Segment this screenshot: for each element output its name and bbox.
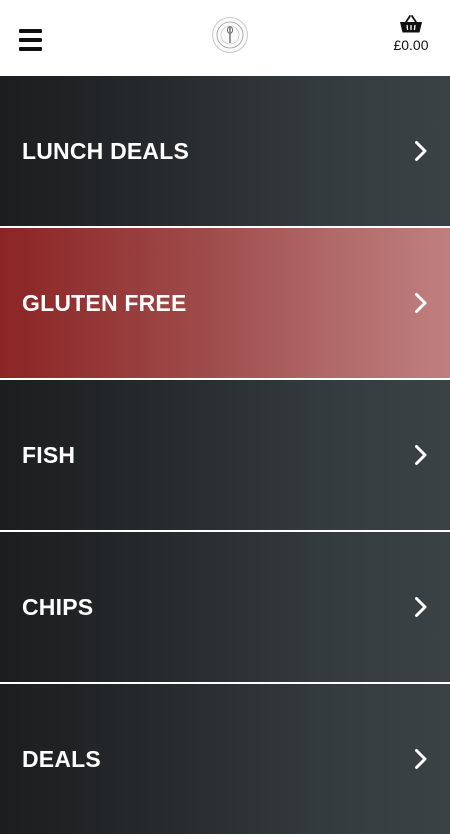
chevron-right-icon [415,445,427,465]
chevron-right-icon [415,141,427,161]
category-label: CHIPS [22,593,94,620]
cart-total: £0.00 [393,37,429,53]
category-label: LUNCH DEALS [22,137,190,164]
category-gluten-free[interactable]: GLUTEN FREE [0,228,450,378]
category-label: GLUTEN FREE [22,289,187,316]
category-label: FISH [22,441,76,468]
restaurant-logo-icon[interactable] [212,17,248,53]
chevron-right-icon [415,597,427,617]
cart-button[interactable]: £0.00 [386,14,436,53]
hamburger-menu-icon[interactable] [19,29,42,51]
app-header: £0.00 [0,0,450,76]
category-lunch-deals[interactable]: LUNCH DEALS [0,76,450,226]
category-fish[interactable]: FISH [0,380,450,530]
category-deals[interactable]: DEALS [0,684,450,834]
chevron-right-icon [415,749,427,769]
category-label: DEALS [22,745,101,772]
chevron-right-icon [415,293,427,313]
basket-icon [400,15,422,33]
category-chips[interactable]: CHIPS [0,532,450,682]
